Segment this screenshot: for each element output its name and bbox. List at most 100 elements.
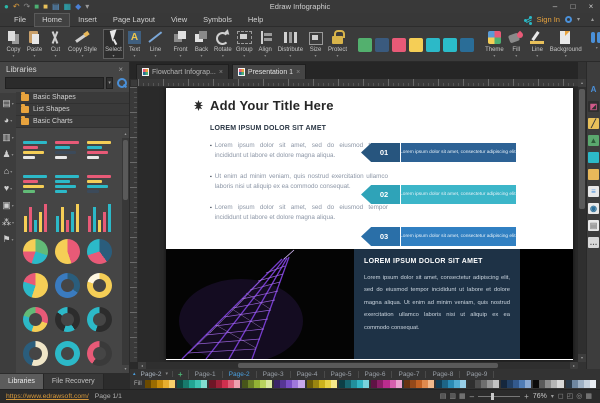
- print-icon[interactable]: ▦: [64, 1, 72, 13]
- size-button[interactable]: Size ▾: [305, 29, 326, 59]
- building-icon[interactable]: ⌂▾: [4, 165, 12, 177]
- document-tab[interactable]: Presentation 1 ×: [232, 64, 306, 79]
- font-tool-icon[interactable]: A: [588, 84, 599, 95]
- open-folder-icon[interactable]: ■: [43, 1, 48, 13]
- comment-tool-icon[interactable]: …: [588, 237, 599, 248]
- palette-color[interactable]: [169, 380, 175, 388]
- palette-color[interactable]: [298, 380, 304, 388]
- theme-color-swatch[interactable]: [409, 38, 423, 52]
- page-tab[interactable]: Page-6: [359, 371, 393, 378]
- document-tab[interactable]: Flowchart Infograp... ×: [136, 64, 229, 79]
- bar-chart-icon[interactable]: ▥▾: [2, 131, 14, 143]
- menu-item[interactable]: Symbols: [195, 13, 240, 27]
- menu-item[interactable]: Help: [240, 13, 271, 27]
- page-view-icon[interactable]: ▥: [449, 391, 456, 403]
- page-tab[interactable]: Page-5: [325, 371, 359, 378]
- export-icon[interactable]: ▤: [52, 1, 60, 13]
- background-button[interactable]: Background ▾: [548, 29, 584, 59]
- pie-chart-icon[interactable]: ◕▾: [4, 114, 12, 126]
- palette-color[interactable]: [201, 380, 207, 388]
- close-tab-icon[interactable]: ×: [296, 69, 300, 76]
- settings-gear-icon[interactable]: [565, 16, 572, 23]
- library-shape-pie[interactable]: [53, 235, 82, 268]
- palette-color[interactable]: [525, 380, 531, 388]
- picture-icon[interactable]: ▣▾: [2, 199, 14, 211]
- minimize-button[interactable]: –: [546, 0, 564, 13]
- palette-color[interactable]: [396, 380, 402, 388]
- zoom-dropdown-icon[interactable]: ▾: [551, 393, 554, 400]
- theme-button[interactable]: Theme ▾: [483, 29, 506, 59]
- back-button[interactable]: Back ▾: [191, 29, 212, 59]
- share-icon[interactable]: [524, 16, 532, 24]
- hyperlink-tool-icon[interactable]: ◉: [588, 203, 599, 214]
- share-file-icon[interactable]: ◆: [75, 1, 81, 13]
- theme-color-swatch[interactable]: [375, 38, 389, 52]
- numbered-banner[interactable]: 03 Lorem ipsum dolor sit amet, consectet…: [361, 227, 516, 246]
- page-tab[interactable]: Page-8: [426, 371, 460, 378]
- page-tab[interactable]: Page-3: [257, 371, 291, 378]
- palette-color[interactable]: [460, 380, 466, 388]
- scroll-right-icon[interactable]: ▸: [570, 362, 578, 369]
- find-button[interactable]: ▾: [588, 29, 600, 60]
- undo-icon[interactable]: ↶: [13, 1, 20, 13]
- horizontal-scrollbar[interactable]: ◂ ▸: [138, 362, 578, 369]
- pen-tool-icon[interactable]: ╱: [588, 118, 599, 129]
- add-page-button[interactable]: +: [173, 370, 189, 379]
- library-shape-donut[interactable]: [53, 269, 82, 302]
- drawing-canvas[interactable]: Add Your Title Here LOREM IPSUM DOLOR SI…: [138, 87, 578, 362]
- scroll-down-icon[interactable]: ▾: [578, 354, 586, 362]
- menu-item[interactable]: Insert: [70, 13, 105, 27]
- library-shape-hbar[interactable]: [21, 133, 50, 166]
- line-button[interactable]: Line ▾: [145, 29, 166, 59]
- library-shape-donut[interactable]: [21, 303, 50, 336]
- app-logo-icon[interactable]: ●: [4, 1, 9, 13]
- palette-color[interactable]: [234, 380, 240, 388]
- attachment-tool-icon[interactable]: ▤: [588, 220, 599, 231]
- save-icon[interactable]: ■: [34, 1, 39, 13]
- scroll-up-icon[interactable]: ▴: [578, 79, 586, 87]
- fill-button[interactable]: Fill ▾: [506, 29, 527, 59]
- cut-button[interactable]: Cut ▾: [45, 29, 66, 59]
- distribute-button[interactable]: Distribute ▾: [276, 29, 305, 59]
- library-group[interactable]: Basic Charts: [16, 116, 129, 128]
- slide-page[interactable]: Add Your Title Here LOREM IPSUM DOLOR SI…: [166, 88, 573, 360]
- sign-in-link[interactable]: Sign In: [537, 15, 560, 24]
- panel-scrollbar[interactable]: ▴ ▾: [122, 130, 129, 373]
- align-button[interactable]: Align ▾: [255, 29, 276, 59]
- paste-button[interactable]: Paste ▾: [24, 29, 45, 59]
- maximize-button[interactable]: □: [564, 0, 582, 13]
- theme-color-swatch[interactable]: [443, 38, 457, 52]
- close-panel-icon[interactable]: ×: [118, 65, 123, 74]
- library-shape-hbar[interactable]: [85, 133, 114, 166]
- zoom-out-button[interactable]: –: [470, 392, 474, 401]
- more-commands-icon[interactable]: ▾: [85, 1, 89, 13]
- palette-color[interactable]: [428, 380, 434, 388]
- page-dropdown-icon[interactable]: ▾: [163, 371, 173, 377]
- close-tab-icon[interactable]: ×: [219, 69, 223, 76]
- fullscreen-icon[interactable]: ◰: [567, 391, 574, 403]
- info-box[interactable]: LOREM IPSUM DOLOR SIT AMET Lorem ipsum d…: [354, 249, 520, 359]
- page-tab[interactable]: Page-4: [291, 371, 325, 378]
- hand-icon[interactable]: ⚑▾: [2, 233, 13, 245]
- badge-icon[interactable]: ♥▾: [4, 182, 12, 194]
- current-page-label[interactable]: Page-2: [139, 371, 164, 378]
- panel-tab[interactable]: Libraries: [0, 374, 44, 389]
- library-shape-donut[interactable]: [53, 337, 82, 370]
- group-button[interactable]: Group ▾: [234, 29, 255, 59]
- scrollbar-thumb[interactable]: [123, 140, 128, 200]
- normal-view-icon[interactable]: ▤: [440, 391, 447, 403]
- vertical-scrollbar[interactable]: ▴ ▾: [578, 79, 586, 362]
- copy-style-button[interactable]: Copy Style ▾: [66, 29, 99, 59]
- picture-tool-icon[interactable]: ▲: [588, 135, 599, 146]
- library-group[interactable]: Basic Shapes: [16, 92, 129, 104]
- library-shape-vbar[interactable]: [53, 201, 82, 234]
- palette-color[interactable]: [590, 380, 596, 388]
- redo-icon[interactable]: ↷: [24, 1, 31, 13]
- palette-color[interactable]: [493, 380, 499, 388]
- people-icon[interactable]: ♟▾: [2, 148, 13, 160]
- zoom-level-label[interactable]: 76%: [533, 393, 547, 400]
- note-tool-icon[interactable]: [588, 169, 599, 180]
- page-tab[interactable]: Page-7: [392, 371, 426, 378]
- styles-tool-icon[interactable]: ◩: [588, 101, 599, 112]
- theme-color-swatch[interactable]: [426, 38, 440, 52]
